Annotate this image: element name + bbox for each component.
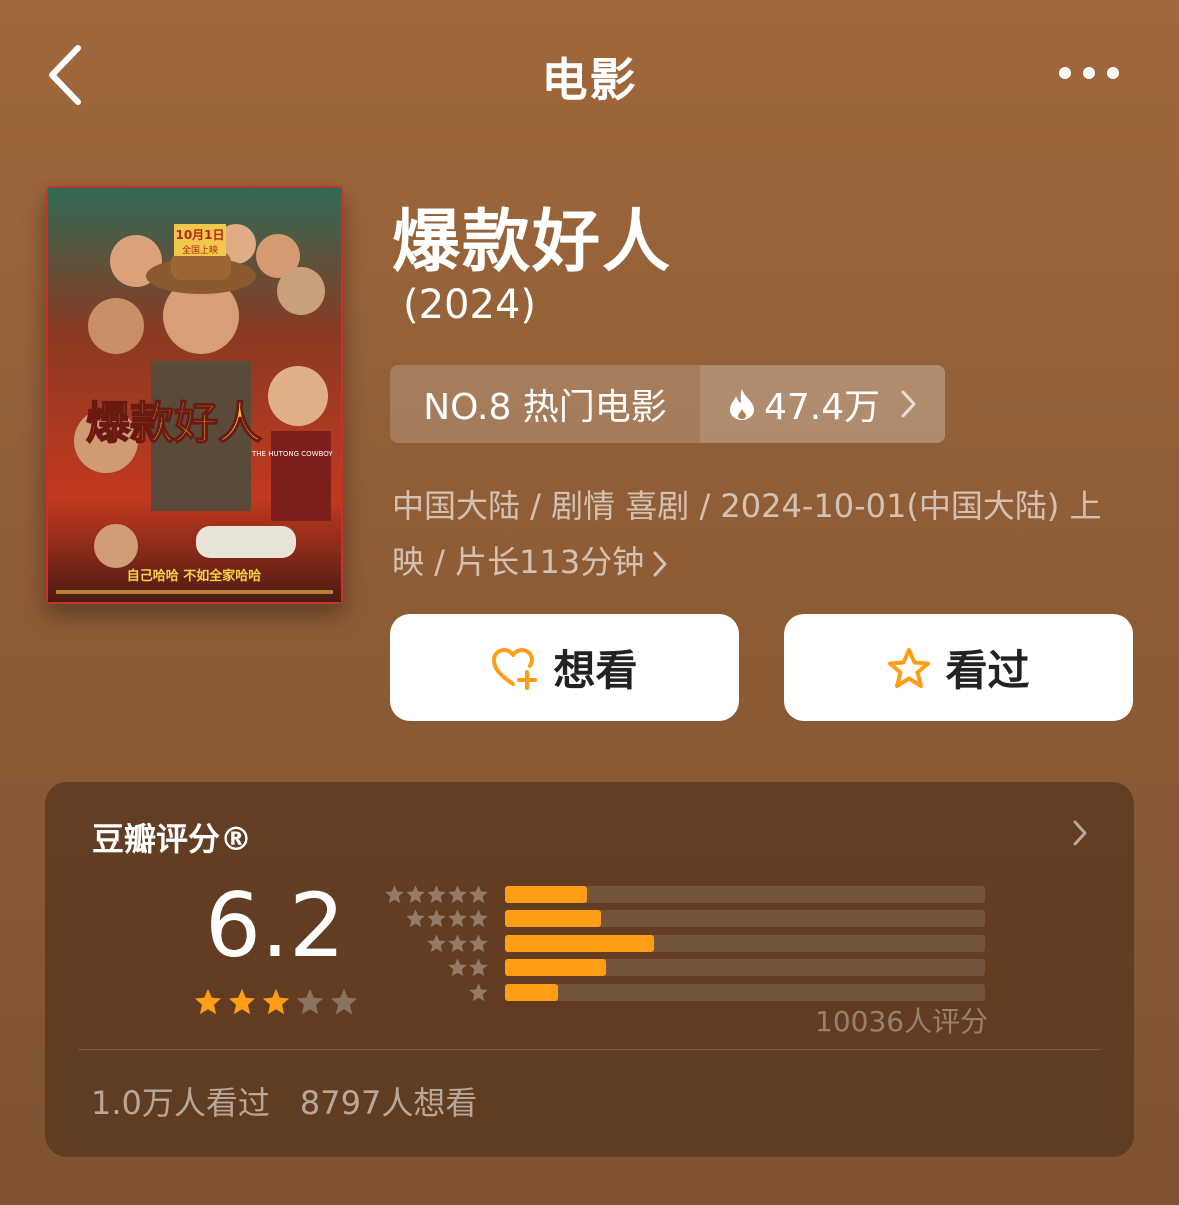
star-small-icon — [427, 885, 446, 903]
star-small-icon — [469, 934, 488, 952]
star-outline-icon — [888, 647, 931, 688]
poster-title: 爆款好人 — [86, 398, 262, 449]
star-small-icon — [448, 909, 467, 928]
distribution-row — [383, 931, 985, 956]
star-small-icon — [469, 983, 488, 1001]
movie-meta[interactable]: 中国大陆 / 剧情 喜剧 / 2024-10-01(中国大陆) 上映 / 片长1… — [392, 478, 1132, 590]
want-label: 想看 — [553, 646, 638, 695]
distribution-bar-fill — [505, 983, 558, 1001]
distribution-bar-track — [505, 983, 985, 1001]
distribution-row — [383, 956, 985, 981]
star-small-icon — [469, 909, 488, 928]
star-small-icon — [448, 885, 467, 903]
more-button[interactable] — [1050, 55, 1130, 91]
star-small-icon — [427, 934, 446, 952]
star-filled-icon — [194, 988, 222, 1015]
divider — [78, 1049, 1101, 1050]
chevron-right-icon — [1073, 820, 1087, 846]
rank-label: NO.8 热门电影 — [390, 365, 700, 443]
nav-bar: 电影 — [0, 0, 1179, 150]
seen-count: 1.0万人看过 — [91, 1084, 270, 1122]
distribution-bar-fill — [505, 959, 606, 977]
poster-slogan: 自己哈哈 不如全家哈哈 — [127, 568, 262, 584]
want-count: 8797人想看 — [299, 1084, 478, 1122]
distribution-stars — [383, 884, 489, 905]
movie-title: 爆款好人 — [392, 203, 673, 282]
distribution-row — [383, 882, 985, 907]
poster-image: 10月1日 全国上映 爆款好人 THE HUTONG COWBOY 自己哈哈 不… — [46, 186, 343, 604]
rating-label: 豆瓣评分® — [92, 820, 253, 858]
star-empty-icon — [296, 988, 324, 1015]
rank-chip[interactable]: NO.8 热门电影 47.4万 — [390, 365, 945, 443]
distribution-bar-fill — [505, 934, 654, 952]
rating-count: 10036人评分 — [815, 1005, 989, 1038]
distribution-stars — [383, 933, 489, 954]
star-small-icon — [406, 909, 425, 928]
watch-stats: 1.0万人看过 8797人想看 — [91, 1078, 477, 1124]
poster-date: 10月1日 — [175, 228, 224, 242]
star-small-icon — [469, 885, 488, 903]
distribution-stars — [383, 982, 489, 1003]
chevron-right-icon — [901, 390, 916, 418]
distribution-stars — [383, 908, 489, 929]
distribution-stars — [383, 957, 489, 978]
rating-score: 6.2 — [205, 874, 345, 977]
page-title: 电影 — [541, 53, 638, 107]
rating-distribution — [383, 882, 985, 1005]
seen-label: 看过 — [945, 646, 1030, 695]
more-dots-icon — [1059, 67, 1119, 79]
flame-icon — [730, 389, 754, 420]
hot-count-section: 47.4万 — [700, 365, 945, 443]
distribution-bar-fill — [505, 885, 587, 903]
star-small-icon — [427, 909, 446, 928]
movie-year: (2024) — [403, 282, 537, 328]
heart-plus-icon — [492, 647, 538, 690]
hot-count: 47.4万 — [764, 387, 881, 428]
meta-text: 中国大陆 / 剧情 喜剧 / 2024-10-01(中国大陆) 上映 / 片长1… — [392, 487, 1102, 581]
rating-stars — [193, 987, 359, 1017]
movie-poster[interactable]: 10月1日 全国上映 爆款好人 THE HUTONG COWBOY 自己哈哈 不… — [46, 186, 343, 604]
distribution-bar-track — [505, 934, 985, 952]
star-small-icon — [385, 885, 404, 903]
star-filled-icon — [228, 988, 256, 1015]
star-small-icon — [406, 885, 425, 903]
watched-button[interactable]: 看过 — [784, 614, 1133, 721]
star-empty-icon — [330, 988, 358, 1015]
poster-english-title: THE HUTONG COWBOY — [251, 450, 333, 458]
distribution-bar-fill — [505, 910, 601, 928]
star-small-icon — [448, 934, 467, 952]
distribution-bar-track — [505, 959, 985, 977]
rating-card[interactable]: 豆瓣评分® 6.2 10036人评分 1.0万人看过 8797人想看 — [45, 782, 1134, 1157]
want-to-watch-button[interactable]: 想看 — [390, 614, 739, 721]
distribution-row — [383, 907, 985, 932]
star-small-icon — [469, 958, 488, 977]
distribution-bar-track — [505, 885, 985, 903]
chevron-right-icon — [653, 551, 667, 577]
star-filled-icon — [262, 988, 290, 1015]
distribution-bar-track — [505, 910, 985, 928]
star-small-icon — [448, 958, 467, 977]
poster-release: 全国上映 — [182, 244, 218, 256]
